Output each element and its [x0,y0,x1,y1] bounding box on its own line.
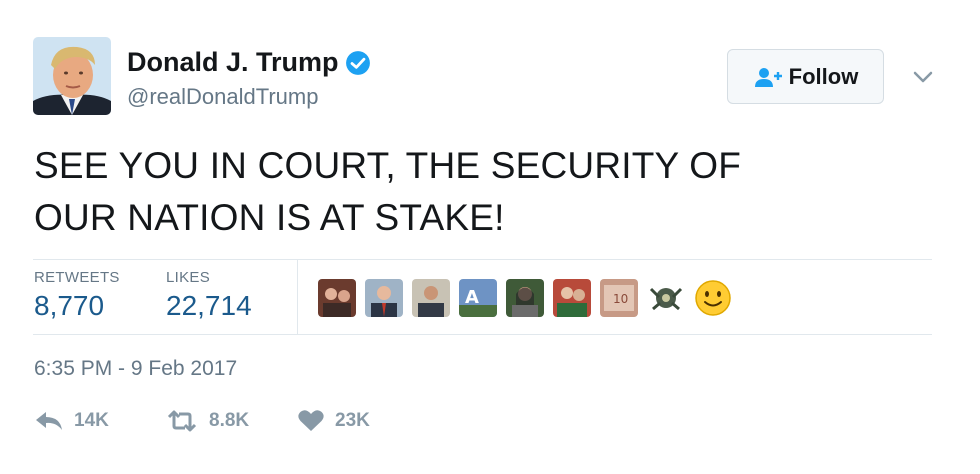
likes-value: 22,714 [166,290,252,321]
profile-avatar[interactable] [33,37,111,115]
name-row: Donald J. Trump [127,47,371,78]
tweet-text-line: SEE YOU IN COURT, THE SECURITY OF [34,145,741,186]
liker-avatar[interactable] [365,279,403,317]
follow-button-label: Follow [788,63,859,89]
liker-avatars: A 10 [318,279,741,317]
liker-avatar[interactable] [506,279,544,317]
tweet-text: SEE YOU IN COURT, THE SECURITY OF OUR NA… [34,140,934,244]
liker-avatar[interactable] [318,279,356,317]
liker-avatar[interactable]: 10 [600,279,638,317]
retweets-value: 8,770 [34,290,105,321]
liker-avatar[interactable] [412,279,450,317]
stats-top-divider [33,259,932,260]
liker-avatar[interactable] [647,279,685,317]
chevron-down-icon[interactable] [912,66,934,88]
like-count: 23K [335,410,370,431]
stats-bottom-divider [33,334,932,335]
display-name[interactable]: Donald J. Trump [127,47,339,78]
tweet-timestamp[interactable]: 6:35 PM - 9 Feb 2017 [34,357,237,381]
liker-avatar[interactable] [553,279,591,317]
heart-icon [298,410,324,431]
reply-icon [36,412,62,430]
user-handle[interactable]: @realDonaldTrump [127,84,318,110]
likes-label: LIKES [166,269,211,286]
tweet-text-line: OUR NATION IS AT STAKE! [34,197,505,238]
liker-avatar[interactable]: A [459,279,497,317]
svg-text:A: A [465,287,479,308]
follow-button[interactable]: Follow [727,49,884,104]
likes-stat[interactable]: LIKES 22,714 [166,269,252,322]
svg-text:10: 10 [613,292,628,306]
retweet-count: 8.8K [209,410,250,431]
add-user-icon [754,67,782,87]
stats-separator [297,259,298,334]
retweet-icon [167,410,197,432]
verified-badge-icon [345,50,370,75]
retweets-label: RETWEETS [34,269,120,286]
profile-photo [33,37,111,115]
reply-count: 14K [74,410,109,431]
smiley-face-icon [695,280,731,316]
retweets-stat[interactable]: RETWEETS 8,770 [34,269,120,322]
retweet-button[interactable]: 8.8K [165,409,249,433]
like-button[interactable]: 23K [297,409,370,433]
reply-button[interactable]: 14K [34,409,109,433]
liker-avatar[interactable] [694,279,732,317]
